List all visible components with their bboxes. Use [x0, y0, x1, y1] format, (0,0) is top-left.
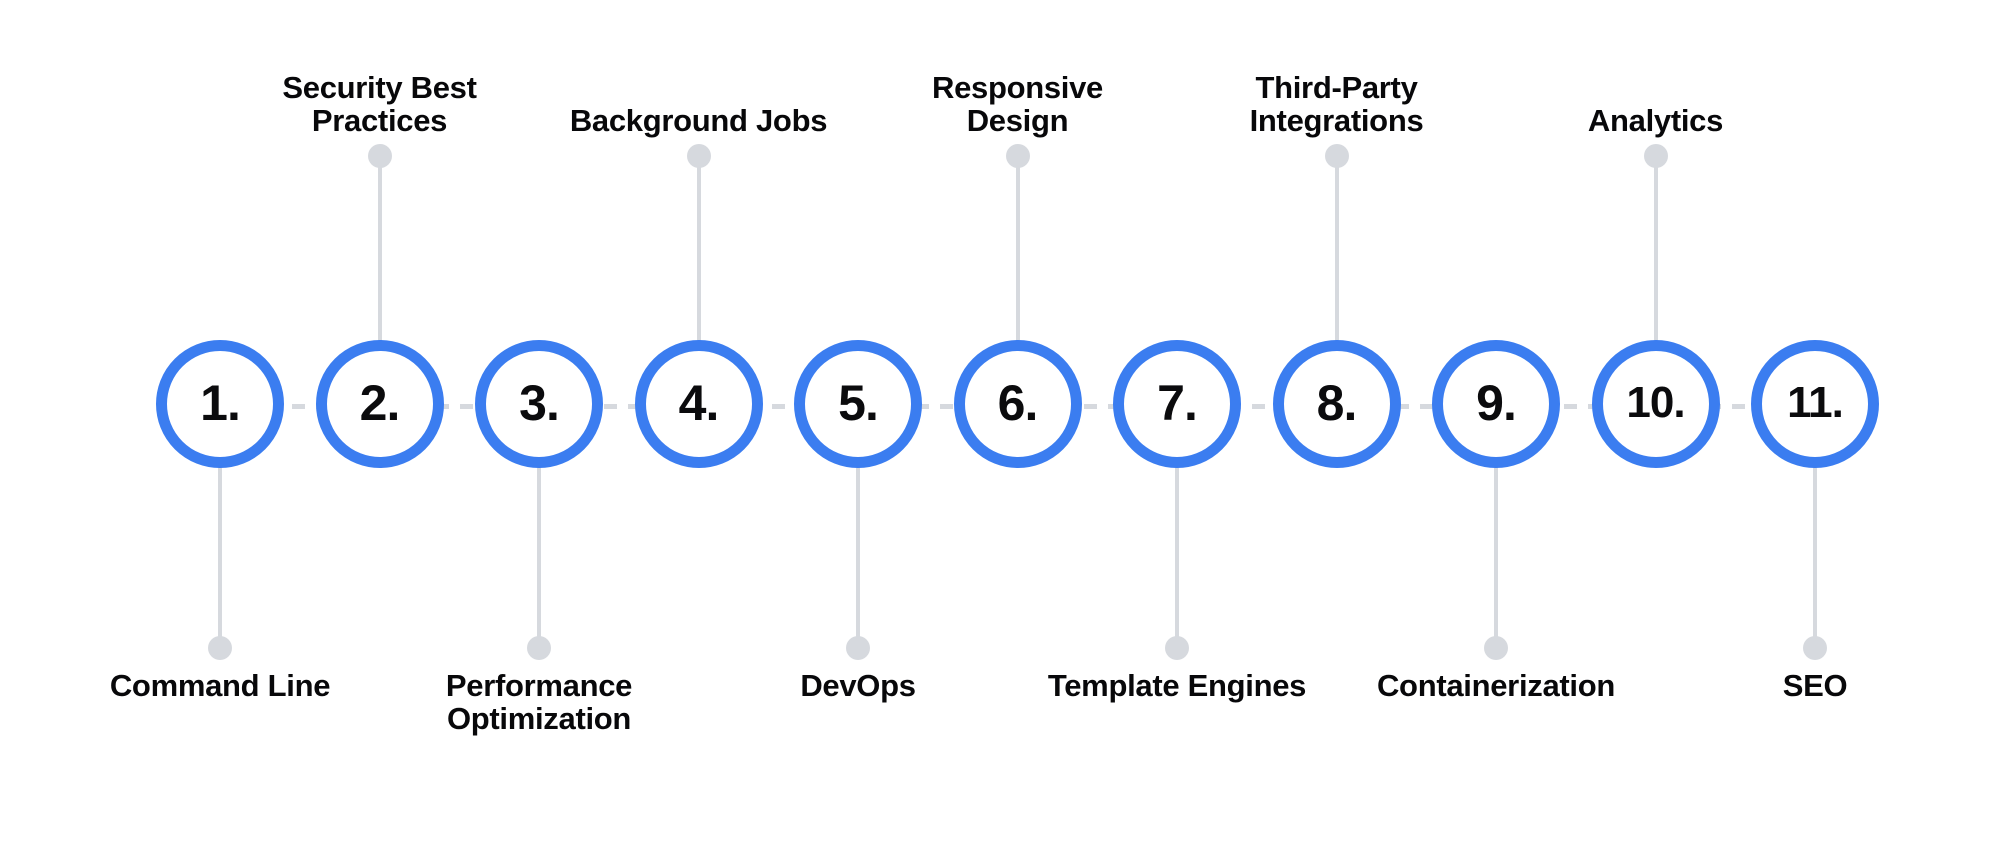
step-number-4: 4. [678, 375, 720, 431]
connector-dot-3 [527, 636, 551, 660]
connector-stem-11 [1813, 462, 1817, 647]
connector-stem-4 [696, 155, 701, 345]
step-circle-2[interactable]: 2. [315, 340, 444, 468]
step-number-5: 5. [838, 375, 879, 431]
step-circle-11[interactable]: 11. [1751, 340, 1879, 468]
timeline-diagram: Command Line 1. Security Best Practices 2. P… [0, 0, 2000, 848]
connector-dot-7 [1165, 636, 1189, 660]
step-number-10: 10. [1626, 378, 1685, 427]
connector-stem-6 [1015, 155, 1020, 345]
step-number-6: 6. [997, 375, 1039, 431]
connector-dot-5 [846, 636, 870, 660]
step-circle-3[interactable]: 3. [475, 340, 603, 468]
step-number-11: 11. [1787, 378, 1844, 427]
step-circle-8[interactable]: 8. [1272, 340, 1401, 468]
step-number-9: 9. [1476, 375, 1517, 431]
step-circle-4[interactable]: 4. [634, 340, 763, 468]
step-circle-6[interactable]: 6. [953, 340, 1082, 468]
connector-dot-4 [686, 144, 711, 168]
connector-dot-11 [1803, 636, 1827, 660]
step-number-1: 1. [200, 375, 241, 431]
connector-stem-9 [1494, 462, 1498, 647]
connector-dot-10 [1643, 144, 1668, 168]
timeline-step-11[interactable]: SEO 11. [1685, 0, 1945, 848]
connector-stem-3 [537, 462, 541, 647]
connector-stem-5 [856, 462, 860, 647]
connector-dot-9 [1484, 636, 1508, 660]
step-label-11: SEO [1782, 668, 1848, 703]
step-circle-5[interactable]: 5. [794, 340, 922, 468]
connector-dot-1 [208, 636, 232, 660]
connector-dot-2 [367, 144, 392, 168]
connector-stem-7 [1175, 462, 1179, 647]
step-number-8: 8. [1316, 375, 1358, 431]
connector-dot-8 [1324, 144, 1349, 168]
step-number-7: 7. [1157, 375, 1198, 431]
step-circle-10[interactable]: 10. [1591, 340, 1720, 468]
step-number-3: 3. [519, 375, 560, 431]
step-number-2: 2. [359, 375, 401, 431]
connector-stem-10 [1653, 155, 1658, 345]
step-circle-9[interactable]: 9. [1432, 340, 1560, 468]
step-circle-7[interactable]: 7. [1113, 340, 1241, 468]
connector-dot-6 [1005, 144, 1030, 168]
step-circle-1[interactable]: 1. [156, 340, 284, 468]
connector-stem-1 [218, 462, 222, 647]
connector-stem-8 [1334, 155, 1339, 345]
connector-stem-2 [377, 155, 382, 345]
